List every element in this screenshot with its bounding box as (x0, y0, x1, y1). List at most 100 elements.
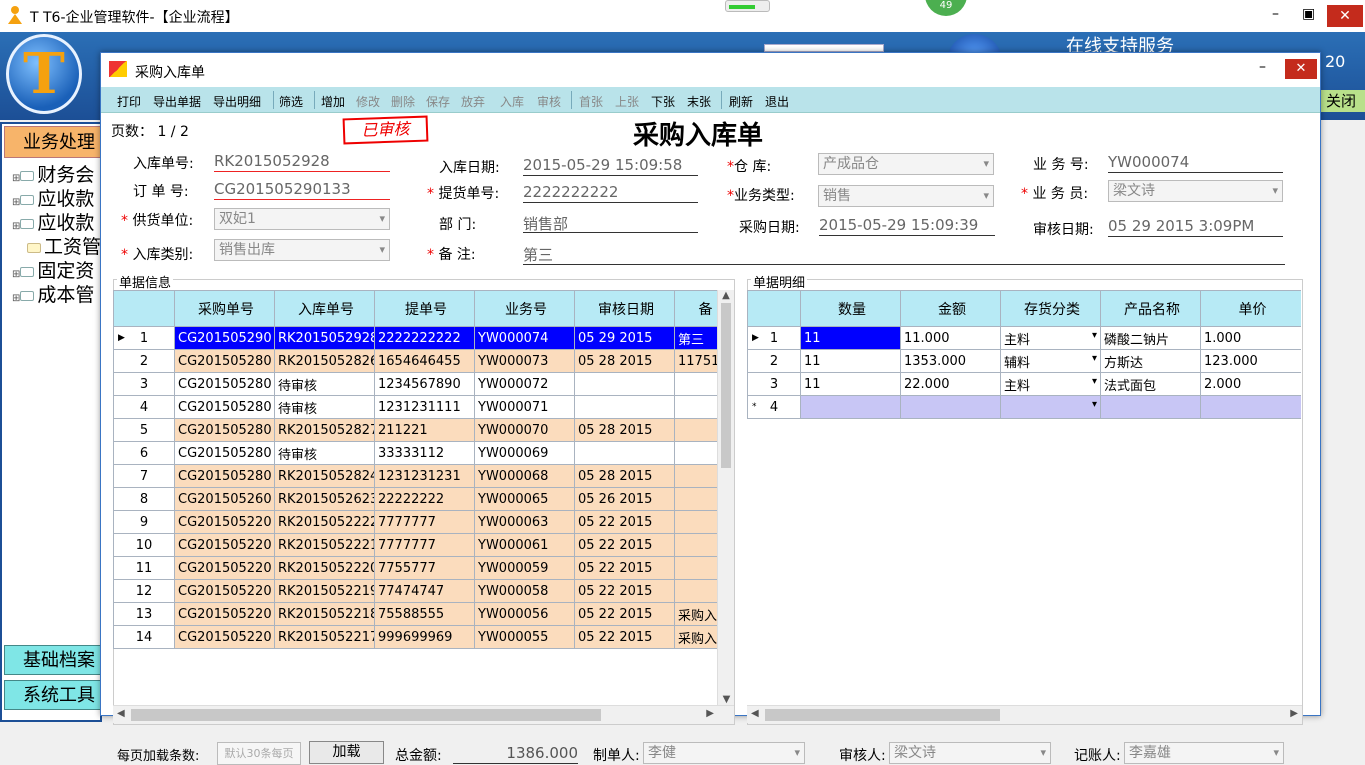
table-cell[interactable]: 主料 (1000, 326, 1101, 350)
table-cell[interactable]: CG201505280 (174, 349, 275, 373)
load-button[interactable]: 加载 (309, 741, 384, 764)
table-cell[interactable]: RK2015052221 (274, 533, 375, 557)
table-cell[interactable]: 待审核 (274, 441, 375, 465)
table-cell[interactable]: 11 (800, 349, 901, 373)
table-cell[interactable]: YW000059 (474, 556, 575, 580)
table-cell[interactable]: 辅料 (1000, 349, 1101, 373)
table-cell[interactable]: CG201505220 (174, 556, 275, 580)
order-no-field[interactable]: CG201505290133 (214, 180, 390, 200)
expand-icon[interactable]: ⊞ (12, 197, 20, 208)
table-row[interactable]: 7 CG201505280 RK2015052824 1231231231 YW0000… (113, 464, 717, 488)
table-cell[interactable]: CG201505220 (174, 602, 275, 626)
nav-basic-archive-tab[interactable]: 基础档案 (4, 645, 102, 675)
table-cell[interactable]: 11 (800, 372, 901, 396)
table-cell[interactable]: RK2015052827 (274, 418, 375, 442)
table-row[interactable]: 13 CG201505220 RK2015052218 75588555 YW00005… (113, 602, 717, 626)
column-header[interactable]: 入库单号 (274, 290, 375, 327)
table-row[interactable]: 12 CG201505220 RK2015052219 77474747 YW00005… (113, 579, 717, 603)
table-cell[interactable]: CG201505220 (174, 533, 275, 557)
toolbar-button-3[interactable]: 筛选 (279, 93, 303, 110)
row-header[interactable]: ▶ 1 (113, 326, 175, 350)
table-cell[interactable]: 75588555 (374, 602, 475, 626)
row-header[interactable]: ▶ 1 (747, 326, 801, 350)
column-header[interactable]: 业务号 (474, 290, 575, 327)
tree-item-cost[interactable]: ⊞ 成本管 (12, 280, 94, 307)
table-cell[interactable]: RK2015052824 (274, 464, 375, 488)
table-cell[interactable]: 999699969 (374, 625, 475, 649)
table-row[interactable]: 5 CG201505280 RK2015052827 211221 YW000070 05… (113, 418, 717, 442)
table-cell[interactable]: 33333112 (374, 441, 475, 465)
column-header[interactable]: 产品名称 (1100, 290, 1201, 327)
table-cell[interactable]: 05 22 2015 (574, 602, 675, 626)
row-header[interactable]: 8 (113, 487, 175, 511)
row-header[interactable]: * 4 (747, 395, 801, 419)
table-cell[interactable] (1000, 395, 1101, 419)
table-cell[interactable]: 采购入 (674, 602, 717, 626)
table-cell[interactable]: 1231231111 (374, 395, 475, 419)
remark-field[interactable]: 第三 (523, 244, 1285, 265)
column-header[interactable]: 单价 (1200, 290, 1301, 327)
receipt-type-select[interactable]: 销售出库 (214, 239, 390, 261)
table-cell[interactable]: YW000072 (474, 372, 575, 396)
column-header[interactable]: 审核日期 (574, 290, 675, 327)
table-cell[interactable]: 1234567890 (374, 372, 475, 396)
toolbar-button-5[interactable]: 修改 (356, 93, 380, 110)
bookkeeper-select[interactable]: 李嘉雄 (1124, 742, 1284, 764)
table-cell[interactable]: 05 28 2015 (574, 464, 675, 488)
supplier-select[interactable]: 双妃1 (214, 208, 390, 230)
app-minimize-button[interactable]: – (1272, 6, 1279, 22)
table-cell[interactable]: 7777777 (374, 533, 475, 557)
toolbar-button-8[interactable]: 放弃 (461, 93, 485, 110)
table-cell[interactable]: 1353.000 (900, 349, 1001, 373)
table-cell[interactable]: 主料 (1000, 372, 1101, 396)
table-cell[interactable]: 方斯达 (1100, 349, 1201, 373)
table-cell[interactable]: YW000071 (474, 395, 575, 419)
banner-search-input[interactable] (764, 44, 884, 52)
table-row[interactable]: 3 CG201505280 待审核 1234567890 YW000072 (113, 372, 717, 396)
purchase-date-field[interactable]: 2015-05-29 15:09:39 (819, 216, 995, 236)
column-header[interactable]: 数量 (800, 290, 901, 327)
table-cell[interactable]: 05 22 2015 (574, 625, 675, 649)
table-cell[interactable]: YW000061 (474, 533, 575, 557)
table-row[interactable]: 9 CG201505220 RK2015052222 7777777 YW000063 0… (113, 510, 717, 534)
doc-detail-hscroll[interactable]: ◀ ▶ (747, 705, 1302, 723)
table-cell[interactable]: 05 22 2015 (574, 556, 675, 580)
row-header[interactable]: 3 (747, 372, 801, 396)
table-row[interactable]: 10 CG201505220 RK2015052221 7777777 YW000061… (113, 533, 717, 557)
expand-icon[interactable]: ⊞ (12, 173, 20, 184)
toolbar-button-7[interactable]: 保存 (426, 93, 450, 110)
row-header[interactable]: 2 (113, 349, 175, 373)
table-cell[interactable]: RK2015052217 (274, 625, 375, 649)
table-cell[interactable]: CG201505290 (174, 326, 275, 350)
pickup-no-field[interactable]: 2222222222 (523, 183, 698, 203)
table-cell[interactable]: RK2015052220 (274, 556, 375, 580)
table-cell[interactable]: YW000058 (474, 579, 575, 603)
table-cell[interactable]: CG201505280 (174, 418, 275, 442)
table-cell[interactable] (674, 418, 717, 442)
table-cell[interactable]: RK2015052222 (274, 510, 375, 534)
table-cell[interactable]: RK2015052623 (274, 487, 375, 511)
table-cell[interactable]: 22222222 (374, 487, 475, 511)
table-cell[interactable]: YW000063 (474, 510, 575, 534)
table-cell[interactable]: 11.000 (900, 326, 1001, 350)
tree-item-receivable-2[interactable]: ⊞ 应收款 (12, 208, 94, 235)
row-header[interactable]: 2 (747, 349, 801, 373)
table-cell[interactable]: 7777777 (374, 510, 475, 534)
table-row[interactable]: 2 111353.000辅料方斯达123.000 (747, 349, 1301, 373)
toolbar-button-6[interactable]: 删除 (391, 93, 415, 110)
table-cell[interactable]: 11751 (674, 349, 717, 373)
table-cell[interactable]: 2.000 (1200, 372, 1301, 396)
dept-field[interactable]: 销售部 (523, 213, 698, 233)
table-row[interactable]: ▶11111.000主料磷酸二钠片1.000 (747, 326, 1301, 350)
table-cell[interactable]: YW000074 (474, 326, 575, 350)
table-cell[interactable]: 1654646455 (374, 349, 475, 373)
toolbar-button-1[interactable]: 导出单据 (153, 93, 201, 110)
table-row[interactable]: 3 1122.000主料法式面包2.000 (747, 372, 1301, 396)
toolbar-button-2[interactable]: 导出明细 (213, 93, 261, 110)
toolbar-button-16[interactable]: 退出 (765, 93, 789, 110)
expand-icon[interactable]: ⊞ (12, 269, 20, 280)
table-cell[interactable]: 磷酸二钠片 (1100, 326, 1201, 350)
row-header[interactable]: 14 (113, 625, 175, 649)
column-header[interactable]: 采购单号 (174, 290, 275, 327)
table-cell[interactable]: 采购入 (674, 625, 717, 649)
